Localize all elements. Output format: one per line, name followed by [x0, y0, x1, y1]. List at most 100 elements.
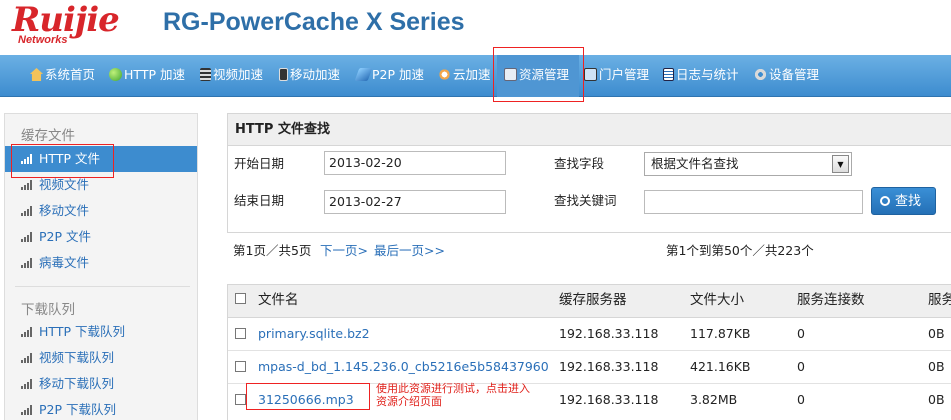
nav-label: HTTP 加速 — [124, 67, 185, 82]
nav-mobile[interactable]: 移动加速 — [279, 55, 340, 97]
signal-bars-icon — [21, 180, 33, 190]
nav-device[interactable]: 设备管理 — [754, 55, 819, 97]
sidebar-item-http-queue[interactable]: HTTP 下载队列 — [5, 319, 197, 345]
signal-bars-icon — [21, 232, 33, 242]
col-connections[interactable]: 服务连接数 — [797, 285, 865, 318]
col-service[interactable]: 服务 — [928, 285, 951, 318]
page-info: 第1页／共5页 — [233, 243, 312, 258]
col-size[interactable]: 文件大小 — [690, 285, 744, 318]
row-checkbox[interactable] — [235, 361, 246, 372]
phone-icon — [279, 68, 288, 81]
sidebar-divider — [15, 286, 190, 287]
signal-bars-icon — [21, 206, 33, 216]
service-cell: 0B — [928, 359, 945, 374]
col-server[interactable]: 缓存服务器 — [559, 285, 627, 318]
nav-label: P2P 加速 — [372, 67, 425, 82]
server-cell: 192.168.33.118 — [559, 392, 659, 407]
globe-icon — [109, 68, 122, 81]
sidebar-item-label: HTTP 下载队列 — [39, 324, 125, 339]
sidebar-item-label: P2P 文件 — [39, 229, 92, 244]
signal-bars-icon — [21, 405, 33, 415]
nav-logs[interactable]: 日志与统计 — [663, 55, 739, 97]
cloud-icon — [438, 68, 451, 81]
search-button-label: 查找 — [895, 194, 922, 209]
keyword-input[interactable] — [644, 190, 863, 214]
keyword-label: 查找关键词 — [554, 193, 617, 208]
search-button[interactable]: 查找 — [871, 187, 936, 215]
signal-bars-icon — [21, 258, 33, 268]
nav-label: 设备管理 — [769, 67, 820, 82]
nav-home[interactable]: 系统首页 — [30, 55, 95, 97]
last-page-link[interactable]: 最后一页>> — [374, 240, 445, 259]
next-page-link[interactable]: 下一页> — [320, 240, 368, 259]
nav-portal[interactable]: 门户管理 — [584, 55, 649, 97]
sidebar-item-p2p-file[interactable]: P2P 文件 — [5, 224, 197, 250]
end-date-label: 结束日期 — [234, 193, 285, 208]
chevron-down-icon[interactable]: ▼ — [832, 155, 849, 173]
range-info: 第1个到第50个／共223个 — [666, 243, 814, 258]
sidebar-item-mobile-file[interactable]: 移动文件 — [5, 198, 197, 224]
nav-p2p[interactable]: P2P 加速 — [354, 55, 425, 97]
home-icon — [30, 68, 43, 81]
service-cell: 0B — [928, 326, 945, 341]
connections-cell: 0 — [797, 359, 805, 374]
nav-label: 系统首页 — [45, 67, 96, 82]
service-cell: 0B — [928, 392, 945, 407]
signal-bars-icon — [21, 379, 33, 389]
sidebar-group-queue: 下载队列 — [21, 302, 75, 318]
search-field-value: 根据文件名查找 — [651, 156, 739, 171]
signal-bars-icon — [21, 327, 33, 337]
nav-label: 视频加速 — [213, 67, 264, 82]
sidebar-item-p2p-queue[interactable]: P2P 下载队列 — [5, 397, 197, 420]
file-highlight-box — [246, 383, 370, 410]
size-cell: 117.87KB — [690, 326, 751, 341]
nav-label: 移动加速 — [290, 67, 341, 82]
sidebar-item-label: 视频文件 — [39, 177, 90, 192]
sidebar-item-label: 病毒文件 — [39, 255, 90, 270]
log-icon — [663, 68, 674, 81]
gear-icon — [754, 68, 767, 81]
nav-cloud[interactable]: 云加速 — [438, 55, 491, 97]
file-link[interactable]: mpas-d_bd_1.145.236.0_cb5216e5b58437960.… — [258, 351, 548, 383]
row-checkbox[interactable] — [235, 394, 246, 405]
start-date-input[interactable]: 2013-02-20 — [324, 151, 506, 175]
p2p-icon — [354, 68, 373, 81]
sidebar-item-virus-file[interactable]: 病毒文件 — [5, 250, 197, 276]
annotation-note: 使用此资源进行测试，点击进入资源介绍页面 — [376, 382, 530, 408]
file-link[interactable]: primary.sqlite.bz2 — [258, 318, 548, 350]
search-field-select[interactable]: 根据文件名查找 ▼ — [644, 152, 852, 176]
ruijie-logo[interactable]: Ruijie Networks — [12, 0, 147, 48]
film-icon — [200, 68, 211, 81]
size-cell: 3.82MB — [690, 392, 738, 407]
sidebar-group-cache: 缓存文件 — [21, 128, 75, 144]
table-row: mpas-d_bd_1.145.236.0_cb5216e5b58437960.… — [228, 351, 951, 384]
row-checkbox[interactable] — [235, 328, 246, 339]
nav-highlight-box — [493, 47, 584, 102]
logo-subtext: Networks — [18, 34, 68, 46]
server-cell: 192.168.33.118 — [559, 326, 659, 341]
start-date-label: 开始日期 — [234, 156, 285, 171]
nav-http[interactable]: HTTP 加速 — [109, 55, 185, 97]
nav-label: 云加速 — [453, 67, 491, 82]
end-date-input[interactable]: 2013-02-27 — [324, 190, 506, 214]
product-title: RG-PowerCache X Series — [163, 8, 465, 36]
nav-label: 门户管理 — [599, 67, 650, 82]
search-panel-title: HTTP 文件查找 — [228, 114, 951, 146]
sidebar-highlight-box — [11, 144, 114, 178]
search-icon — [880, 196, 890, 206]
sidebar-item-label: 移动文件 — [39, 203, 90, 218]
server-cell: 192.168.33.118 — [559, 359, 659, 374]
col-filename[interactable]: 文件名 — [258, 285, 299, 318]
search-field-label: 查找字段 — [554, 156, 605, 171]
monitor-icon — [584, 68, 597, 81]
header: Ruijie Networks RG-PowerCache X Series — [0, 0, 951, 55]
sidebar-item-label: P2P 下载队列 — [39, 402, 117, 417]
sidebar-item-label: 视频下载队列 — [39, 350, 115, 365]
pager: 第1页／共5页 下一页> 最后一页>> 第1个到第50个／共223个 — [227, 232, 951, 270]
sidebar-item-mobile-queue[interactable]: 移动下载队列 — [5, 371, 197, 397]
table-row: primary.sqlite.bz2 192.168.33.118 117.87… — [228, 318, 951, 351]
connections-cell: 0 — [797, 392, 805, 407]
select-all-checkbox[interactable] — [235, 293, 246, 304]
nav-video[interactable]: 视频加速 — [200, 55, 263, 97]
sidebar-item-video-queue[interactable]: 视频下载队列 — [5, 345, 197, 371]
